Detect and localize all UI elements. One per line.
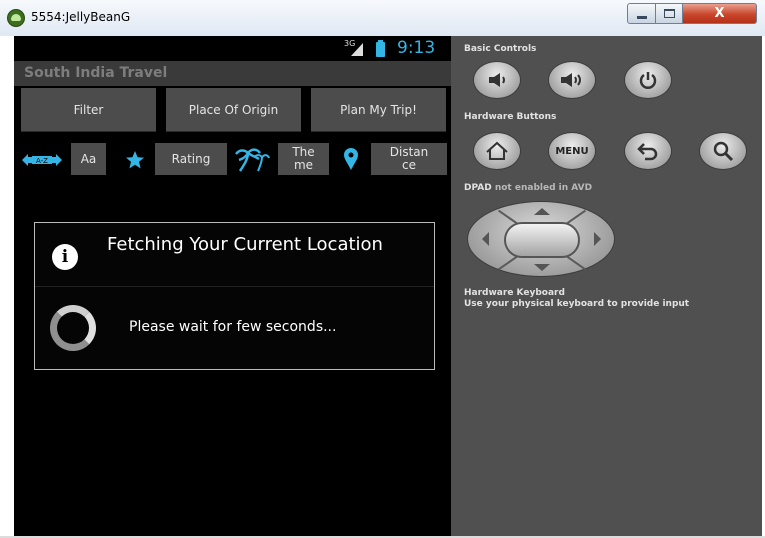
close-icon: X	[714, 6, 725, 21]
device-screen: 3G 9:13 South India Travel Filter Place …	[14, 36, 451, 536]
minimize-button[interactable]	[627, 3, 656, 24]
dpad-note: not enabled in AVD	[494, 183, 593, 193]
rating-sort-button[interactable]: Rating	[155, 143, 227, 175]
dpad-center-button[interactable]	[504, 222, 580, 258]
dpad-right-icon[interactable]	[594, 232, 601, 246]
spinner-icon	[50, 305, 96, 351]
search-icon	[713, 141, 734, 162]
menu-button[interactable]: MENU	[548, 132, 596, 170]
back-button[interactable]	[624, 132, 672, 170]
palm-tree-icon[interactable]	[234, 147, 270, 173]
dpad-left-icon[interactable]	[482, 232, 489, 246]
info-icon: i	[52, 244, 78, 270]
power-icon	[639, 72, 657, 89]
minimize-icon	[636, 16, 647, 19]
map-pin-icon[interactable]	[342, 147, 360, 171]
dpad-up-icon[interactable]	[534, 208, 550, 215]
battery-icon	[376, 40, 385, 57]
volume-up-button[interactable]	[548, 61, 596, 99]
basic-controls-heading: Basic Controls	[464, 44, 537, 54]
volume-down-icon	[489, 73, 505, 87]
progress-dialog: i Fetching Your Current Location Please …	[34, 222, 435, 370]
distance-sort-button[interactable]: Distan ce	[371, 143, 447, 175]
home-icon	[486, 141, 508, 160]
android-icon	[7, 9, 25, 27]
plan-my-trip-button[interactable]: Plan My Trip!	[311, 88, 446, 132]
menu-label: MENU	[555, 145, 589, 157]
dpad-label: DPAD	[464, 183, 492, 193]
dialog-message: Please wait for few seconds...	[129, 319, 337, 335]
back-icon	[637, 143, 658, 161]
star-icon[interactable]	[125, 150, 145, 170]
window-titlebar: 5554:JellyBeanG X	[0, 0, 765, 36]
dpad-down-icon[interactable]	[534, 264, 550, 271]
status-clock: 9:13	[397, 38, 436, 58]
a-z-sort-icon[interactable]: A-Z	[22, 152, 62, 168]
power-button[interactable]	[624, 61, 672, 99]
volume-down-button[interactable]	[473, 61, 521, 99]
svg-text:A-Z: A-Z	[36, 157, 48, 165]
window-title: 5554:JellyBeanG	[31, 10, 131, 24]
emulator-controls-panel: Basic Controls Hardware Buttons MENU DPA…	[451, 36, 762, 536]
filter-button[interactable]: Filter	[21, 88, 156, 132]
dpad-heading: DPAD not enabled in AVD	[464, 183, 592, 193]
app-title: South India Travel	[24, 65, 168, 81]
action-bar: South India Travel	[14, 61, 451, 86]
status-bar: 3G 9:13	[14, 36, 451, 61]
home-button[interactable]	[473, 132, 521, 170]
close-button[interactable]: X	[683, 3, 757, 24]
dialog-header: i Fetching Your Current Location	[35, 223, 434, 287]
keyboard-heading: Hardware Keyboard	[464, 288, 565, 298]
maximize-icon	[663, 9, 675, 18]
dpad[interactable]	[467, 201, 615, 277]
search-button[interactable]	[699, 132, 747, 170]
signal-icon	[351, 43, 363, 56]
place-of-origin-button[interactable]: Place Of Origin	[166, 88, 301, 132]
hardware-buttons-heading: Hardware Buttons	[464, 112, 557, 122]
volume-up-icon	[561, 73, 581, 87]
sort-bar: A-Z Aa Rating The me Distan ce	[14, 140, 451, 176]
dialog-title: Fetching Your Current Location	[107, 234, 383, 255]
alphabetical-sort-button[interactable]: Aa	[71, 143, 106, 175]
maximize-button[interactable]	[656, 3, 683, 24]
theme-sort-button[interactable]: The me	[278, 143, 329, 175]
keyboard-note: Use your physical keyboard to provide in…	[464, 299, 690, 309]
